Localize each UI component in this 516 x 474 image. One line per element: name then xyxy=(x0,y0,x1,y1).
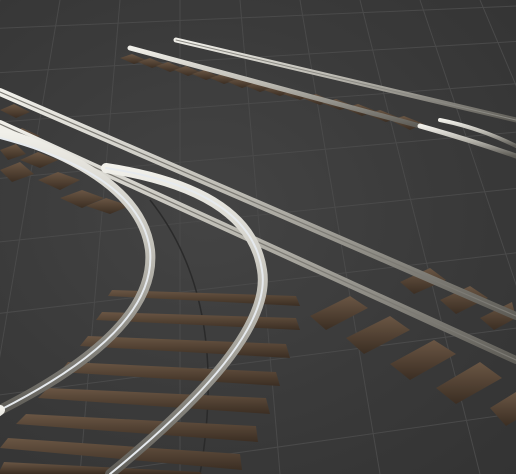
straight-track-far[interactable] xyxy=(120,37,516,159)
sleepers xyxy=(120,54,424,130)
3d-viewport[interactable] xyxy=(0,0,516,474)
scene-canvas[interactable] xyxy=(0,0,516,474)
